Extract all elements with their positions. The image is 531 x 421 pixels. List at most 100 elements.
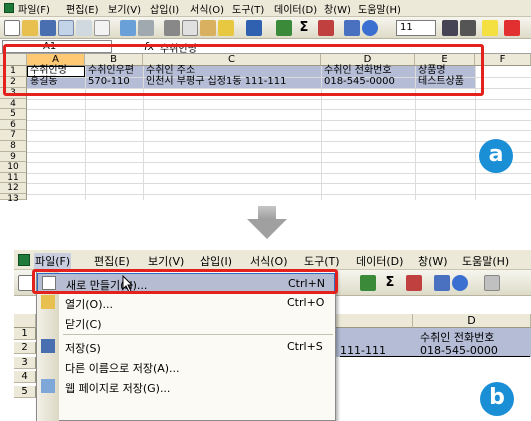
row-header-5[interactable]: 5 [14,386,36,398]
font-color-icon[interactable] [504,20,520,36]
row-header-11[interactable]: 11 [0,172,27,184]
spelling-icon[interactable] [120,20,136,36]
menu-item-save[interactable]: 저장(S) Ctrl+S [37,337,335,356]
menu-edit[interactable]: 편집(E) [94,253,130,269]
menu-help[interactable]: 도움말(H) [358,1,401,16]
menu-item-save-as[interactable]: 다른 이름으로 저장(A)... [37,357,335,376]
row-header-4[interactable]: 4 [0,98,27,110]
menu-separator [63,334,333,335]
gridline [27,119,531,121]
help-icon[interactable] [452,275,468,291]
excel-icon [18,254,30,266]
sort-icon[interactable] [318,20,334,36]
gridline [27,183,531,185]
menu-help[interactable]: 도움말(H) [462,253,509,269]
print-preview-icon[interactable] [94,20,110,36]
chart-wizard-icon[interactable] [434,275,450,291]
menu-item-label: 닫기(C) [65,318,102,331]
menu-item-shortcut: Ctrl+S [287,340,323,353]
chart-wizard-icon[interactable] [344,20,360,36]
row-header-3[interactable]: 3 [14,357,36,369]
autosum-icon[interactable]: Σ [296,20,312,36]
gridline [27,109,531,111]
menu-item-open[interactable]: 열기(O)... Ctrl+O [37,293,335,312]
menu-data[interactable]: 데이터(D) [274,1,317,16]
font-size-select[interactable]: 11 [396,20,436,36]
help-icon[interactable] [362,20,378,36]
cell-d2[interactable]: 018-545-0000 [420,344,498,357]
row-header-1[interactable]: 1 [14,328,36,340]
save-icon[interactable] [40,20,56,36]
new-icon[interactable] [4,20,20,36]
standard-toolbar: Σ 11 [0,17,531,39]
row-header-9[interactable]: 9 [0,151,27,163]
menu-item-shortcut: Ctrl+O [287,296,325,309]
gridline [27,141,531,142]
cell-d1[interactable]: 수취인 전화번호 [420,329,494,345]
hyperlink-icon[interactable] [276,20,292,36]
menu-bar: 파일(F) 편집(E) 보기(V) 삽입(I) 서식(O) 도구(T) 데이터(… [14,250,531,270]
menu-insert[interactable]: 삽입(I) [200,253,232,269]
menu-insert[interactable]: 삽입(I) [150,1,179,16]
save-icon [41,339,55,353]
menu-edit[interactable]: 편집(E) [66,1,99,16]
permission-icon[interactable] [58,20,74,36]
autosum-icon[interactable]: Σ [382,275,398,291]
menu-format[interactable]: 서식(O) [190,1,224,16]
menu-tools[interactable]: 도구(T) [232,1,264,16]
menu-file[interactable]: 파일(F) [34,253,72,269]
research-icon[interactable] [138,20,154,36]
col-header-d[interactable]: D [413,314,531,328]
gridline [27,162,531,164]
print-icon[interactable] [76,20,92,36]
row-header-13[interactable]: 13 [0,194,27,204]
copy-icon[interactable] [182,20,198,36]
panel-b-excel-window: 파일(F) 편집(E) 보기(V) 삽입(I) 서식(O) 도구(T) 데이터(… [14,250,531,421]
gridline [27,151,531,153]
col-header-c[interactable] [336,314,413,328]
format-painter-icon[interactable] [218,20,234,36]
highlight-box [3,44,484,96]
toolbar-options-icon[interactable] [484,275,500,291]
sort-icon[interactable] [406,275,422,291]
cut-icon[interactable] [164,20,180,36]
menu-format[interactable]: 서식(O) [250,253,287,269]
row-header-12[interactable]: 12 [0,183,27,194]
row-header-8[interactable]: 8 [0,141,27,152]
menu-item-label: 열기(O)... [65,298,113,311]
row-header-10[interactable]: 10 [0,162,27,173]
excel-icon [4,3,14,13]
row-header-2[interactable]: 2 [14,342,36,354]
menu-item-save-as-web[interactable]: 웹 페이지로 저장(G)... [37,377,335,396]
paste-icon[interactable] [200,20,216,36]
menu-tools[interactable]: 도구(T) [304,253,340,269]
row-header-5[interactable]: 5 [0,109,27,120]
menu-item-close[interactable]: 닫기(C) [37,313,335,332]
menu-view[interactable]: 보기(V) [108,1,141,16]
row-header-6[interactable]: 6 [0,119,27,131]
down-arrow-stem [258,206,276,220]
menu-data[interactable]: 데이터(D) [356,253,403,269]
badge-a: a [479,139,513,173]
open-folder-icon [41,295,55,309]
bold-icon[interactable] [442,20,458,36]
fill-color-icon[interactable] [482,20,498,36]
menu-window[interactable]: 창(W) [418,253,448,269]
badge-b: b [480,382,514,416]
cell-c2[interactable]: 111-111 [340,344,386,357]
menu-item-label: 웹 페이지로 저장(G)... [65,382,171,395]
align-icon[interactable] [460,20,476,36]
down-arrow-icon [247,219,287,239]
web-page-icon [41,379,55,393]
gridline [27,130,531,132]
menu-file[interactable]: 파일(F) [18,1,50,16]
row-header-7[interactable]: 7 [0,130,27,141]
hyperlink-icon[interactable] [360,275,376,291]
open-icon[interactable] [22,20,38,36]
row-header-4[interactable]: 4 [14,371,36,383]
select-all-corner[interactable] [14,314,36,328]
undo-icon[interactable] [246,20,262,36]
gridline [27,172,531,174]
menu-window[interactable]: 창(W) [324,1,351,16]
menu-view[interactable]: 보기(V) [148,253,184,269]
